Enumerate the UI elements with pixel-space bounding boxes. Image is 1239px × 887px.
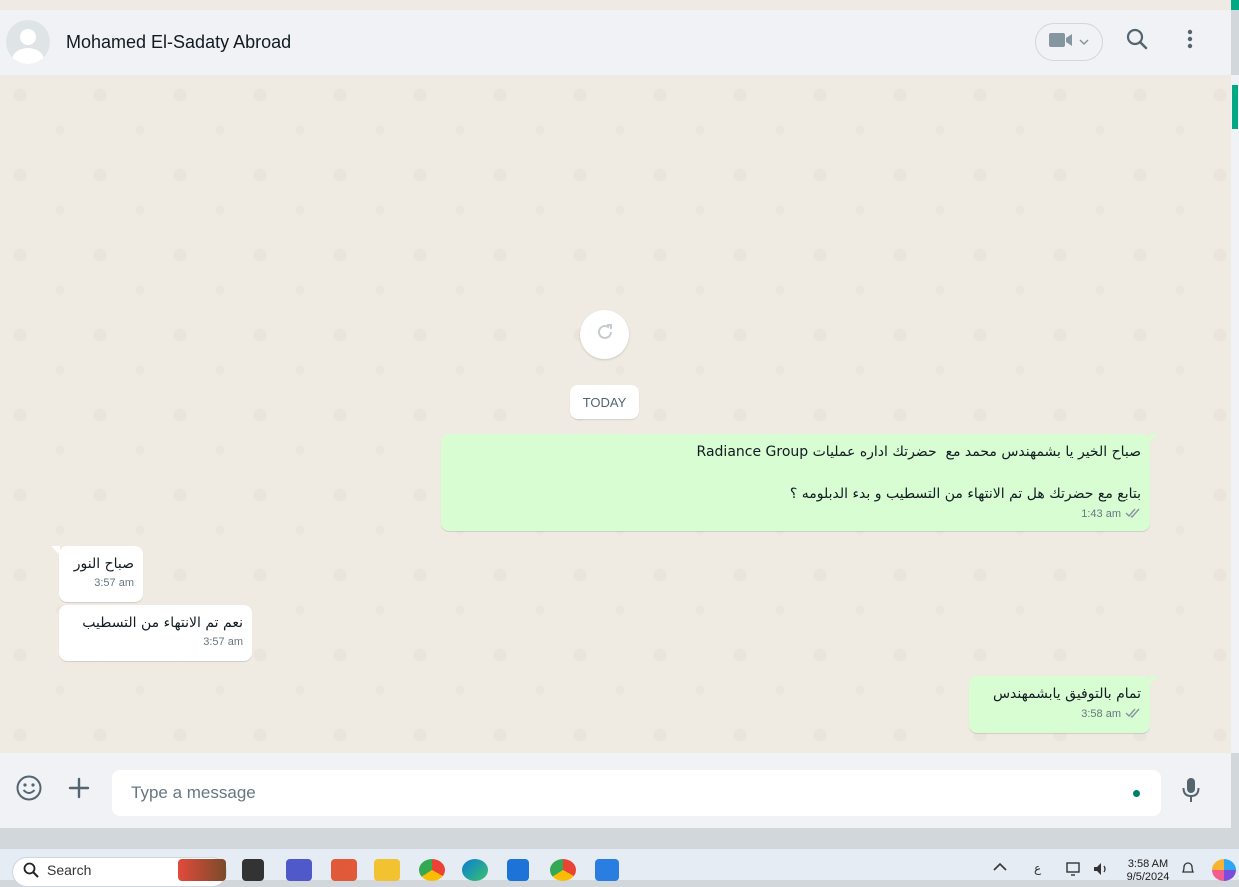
avatar-head-shape bbox=[20, 29, 36, 45]
network-icon[interactable] bbox=[1066, 861, 1084, 880]
attach-button[interactable] bbox=[64, 775, 94, 805]
volume-icon[interactable] bbox=[1092, 861, 1110, 880]
message-time: 3:58 am bbox=[1081, 708, 1121, 720]
message-meta: 3:58 am bbox=[978, 707, 1141, 721]
video-call-button[interactable] bbox=[1035, 23, 1103, 61]
date-divider: TODAY bbox=[570, 385, 639, 419]
refresh-icon bbox=[594, 321, 616, 348]
notepad-icon[interactable] bbox=[507, 859, 529, 881]
chevron-up-icon[interactable] bbox=[993, 861, 1007, 875]
photos-icon[interactable] bbox=[595, 859, 619, 881]
teams-icon[interactable] bbox=[286, 859, 312, 881]
microphone-icon bbox=[1181, 776, 1201, 809]
avatar-body-shape bbox=[12, 48, 44, 64]
message-bubble-incoming[interactable]: صباح النور 3:57 am bbox=[51, 546, 143, 602]
message-bubble-outgoing[interactable]: تمام بالتوفيق يابشمهندس 3:58 am bbox=[969, 676, 1158, 733]
chat-scrollbar[interactable] bbox=[1231, 75, 1239, 753]
emoji-icon bbox=[15, 774, 43, 807]
chrome-icon[interactable] bbox=[419, 859, 445, 881]
message-meta: 3:57 am bbox=[68, 577, 134, 589]
message-text: تمام بالتوفيق يابشمهندس bbox=[992, 686, 1141, 702]
message-text: صباح الخير يا بشمهندس محمد مع حضرتك ادار… bbox=[696, 444, 1141, 460]
snipping-tool-icon[interactable] bbox=[331, 859, 357, 881]
chevron-down-icon bbox=[1079, 33, 1089, 51]
bubble-tail bbox=[1149, 676, 1158, 685]
file-explorer-icon[interactable] bbox=[374, 859, 400, 881]
task-view-icon[interactable] bbox=[242, 859, 264, 881]
taskbar-clock[interactable]: 3:58 AM 9/5/2024 bbox=[1120, 858, 1176, 884]
copilot-icon[interactable] bbox=[1212, 859, 1236, 881]
edge-icon[interactable] bbox=[462, 859, 488, 881]
message-composer bbox=[0, 753, 1231, 828]
message-bubble-incoming[interactable]: نعم تم الانتهاء من التسطيب 3:57 am bbox=[59, 605, 252, 661]
bubble-tail bbox=[51, 546, 60, 555]
notifications-bell-icon[interactable] bbox=[1181, 861, 1195, 880]
double-check-icon bbox=[1125, 707, 1141, 721]
input-status-dot bbox=[1133, 790, 1140, 797]
search-icon bbox=[1126, 28, 1148, 55]
contact-avatar[interactable] bbox=[6, 20, 50, 64]
conversation-header[interactable]: Mohamed El-Sadaty Abroad bbox=[0, 10, 1231, 75]
menu-button[interactable] bbox=[1175, 24, 1205, 58]
message-meta: 1:43 am bbox=[450, 507, 1141, 521]
message-input[interactable] bbox=[112, 770, 1161, 816]
search-highlight-icon[interactable] bbox=[178, 859, 226, 881]
plus-icon bbox=[68, 777, 90, 804]
message-time: 1:43 am bbox=[1081, 508, 1121, 520]
clock-time: 3:58 AM bbox=[1127, 858, 1169, 870]
message-text: بتابع مع حضرتك هل تم الانتهاء من التسطيب… bbox=[789, 486, 1141, 502]
message-time: 3:57 am bbox=[94, 577, 134, 589]
bubble-tail bbox=[1149, 434, 1158, 443]
message-text: صباح النور bbox=[73, 556, 134, 572]
whatsapp-window: Mohamed El-Sadaty Abroad TODAY صباح الخي… bbox=[0, 0, 1231, 828]
contact-name[interactable]: Mohamed El-Sadaty Abroad bbox=[66, 32, 291, 53]
message-text: نعم تم الانتهاء من التسطيب bbox=[82, 615, 243, 631]
taskbar-search-label: Search bbox=[47, 862, 92, 878]
chrome-profile-icon[interactable] bbox=[550, 859, 576, 881]
windows-taskbar: Search ع 3:58 AM 9/5/2024 bbox=[0, 848, 1239, 887]
message-meta: 3:57 am bbox=[68, 636, 243, 648]
message-list[interactable]: TODAY صباح الخير يا بشمهندس محمد مع حضرت… bbox=[0, 75, 1231, 753]
video-camera-icon bbox=[1049, 32, 1073, 53]
emoji-button[interactable] bbox=[14, 775, 44, 805]
message-bubble-outgoing[interactable]: صباح الخير يا بشمهندس محمد مع حضرتك ادار… bbox=[441, 434, 1158, 531]
clock-date: 9/5/2024 bbox=[1126, 871, 1170, 883]
search-icon bbox=[23, 862, 39, 881]
load-older-messages-button[interactable] bbox=[580, 310, 629, 359]
language-indicator[interactable]: ع bbox=[1034, 861, 1041, 875]
search-button[interactable] bbox=[1120, 24, 1154, 58]
scrollbar-thumb[interactable] bbox=[1232, 85, 1238, 129]
voice-message-button[interactable] bbox=[1176, 775, 1206, 809]
kebab-menu-icon bbox=[1187, 29, 1193, 54]
double-check-icon bbox=[1125, 507, 1141, 521]
message-time: 3:57 am bbox=[203, 636, 243, 648]
